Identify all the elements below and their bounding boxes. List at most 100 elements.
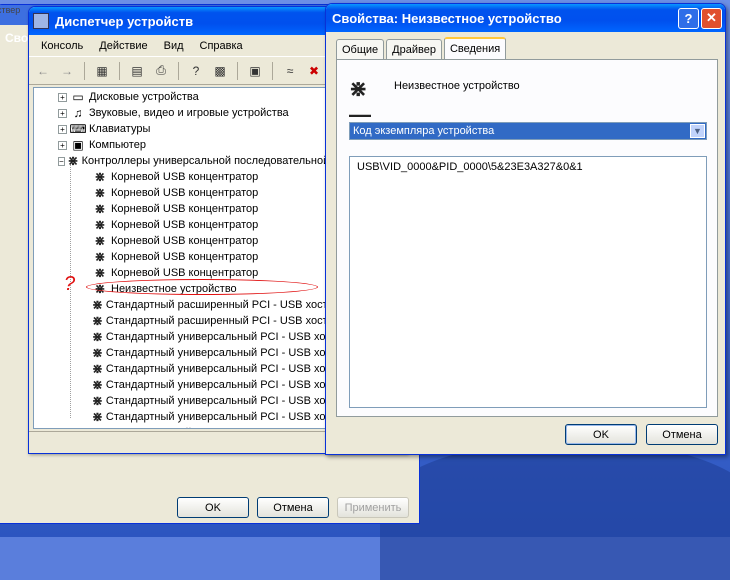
property-select[interactable]: Код экземпляра устройства ▼	[349, 122, 707, 140]
property-value[interactable]: USB\VID_0000&PID_0000\5&23E3A327&0&1	[357, 161, 699, 173]
toolbar-separator	[237, 61, 238, 80]
tab-strip: Общие Драйвер Сведения	[336, 37, 508, 59]
tree-item[interactable]: ⋇Стандартный универсальный PCI - USB хос…	[34, 409, 328, 425]
update-driver-icon[interactable]: ≈	[280, 61, 300, 81]
menu-view[interactable]: Вид	[156, 40, 192, 52]
tree-item-label: Стандартный универсальный PCI - USB хост…	[105, 331, 328, 343]
highlight-ellipse-annotation	[86, 279, 318, 295]
tree-item[interactable]: ⋇ Корневой USB концентратор	[34, 169, 328, 185]
close-button[interactable]: ✕	[701, 7, 722, 29]
tree-item[interactable]: ⋇ Корневой USB концентратор	[34, 185, 328, 201]
usb-icon: ⋇	[94, 201, 106, 216]
tree-item-label: Корневой USB концентратор	[111, 267, 259, 279]
usb-icon: ⋇	[94, 265, 106, 280]
question-mark-annotation: ?	[64, 273, 76, 295]
expand-icon[interactable]: +	[58, 140, 67, 150]
tree-item-label: Корневой USB концентратор	[111, 251, 259, 263]
tree-item-label: Корневой USB концентратор	[111, 203, 259, 215]
property-select-value: Код экземпляра устройства	[353, 125, 495, 137]
action-pane-icon[interactable]: ▩	[210, 61, 230, 81]
device-manager-title: Диспетчер устройств	[55, 13, 194, 29]
print-icon[interactable]: ⎙	[151, 61, 171, 81]
tree-item[interactable]: ⋇Стандартный универсальный PCI - USB хос…	[34, 361, 328, 377]
device-name: Неизвестное устройство	[394, 80, 520, 92]
keyboard-icon: ⌨	[69, 122, 87, 136]
tab-general[interactable]: Общие	[336, 39, 385, 59]
tab-details[interactable]: Сведения	[443, 37, 507, 59]
background-cancel-button[interactable]: Отмена	[257, 497, 329, 518]
tree-item[interactable]: ⋇Стандартный расширенный PCI - USB хост-…	[34, 297, 328, 313]
usb-icon: ⋇	[92, 361, 103, 376]
tree-item[interactable]: ⋇ Корневой USB концентратор	[34, 217, 328, 233]
tree-item-label: Стандартный универсальный PCI - USB хост…	[105, 363, 328, 375]
device-tree: + ▭ Дисковые устройства + ♫ Звуковые, видео и…	[33, 87, 329, 429]
menu-help[interactable]: Справка	[192, 40, 251, 52]
usb-icon: ⋇	[94, 217, 106, 232]
properties-dialog: Свойства: Неизвестное устройство ? ✕ Общ…	[325, 3, 726, 455]
tree-item[interactable]: + ▣ Компьютер	[34, 137, 328, 153]
usb-icon: ⋇	[92, 377, 103, 392]
tree-item-label: Стандартный расширенный PCI - USB хост-к…	[105, 299, 328, 311]
usb-icon: ⋇	[94, 249, 106, 264]
property-value-list[interactable]: USB\VID_0000&PID_0000\5&23E3A327&0&1	[349, 156, 707, 408]
usb-icon: ⋇	[94, 233, 106, 248]
device-tree-rows: + ▭ Дисковые устройства + ♫ Звуковые, видео и…	[34, 88, 328, 428]
tree-item[interactable]: ⋇Стандартный универсальный PCI - USB хос…	[34, 393, 328, 409]
usb-icon: ⋇	[92, 409, 103, 424]
tree-item-label: Корневой USB концентратор	[111, 171, 259, 183]
tree-item-label: Стандартный расширенный PCI - USB хост-к…	[105, 315, 328, 327]
usb-icon: ⋇	[92, 313, 103, 328]
tree-item[interactable]: + ▭ Дисковые устройства	[34, 89, 328, 105]
usb-icon: ⋇	[92, 329, 103, 344]
tree-item-label: Стандартный универсальный PCI - USB хост…	[105, 379, 328, 391]
ok-button[interactable]: OK	[565, 424, 637, 445]
expand-icon[interactable]: +	[58, 92, 67, 102]
properties-icon[interactable]: ▤	[127, 61, 147, 81]
chevron-down-icon[interactable]: ▼	[690, 124, 705, 138]
tree-item[interactable]: ⋇ Корневой USB концентратор	[34, 201, 328, 217]
tab-driver[interactable]: Драйвер	[386, 39, 442, 59]
tree-item[interactable]: + ♫ Звуковые, видео и игровые устройства	[34, 105, 328, 121]
toolbar-separator	[84, 61, 85, 80]
toolbar-separator	[178, 61, 179, 80]
console-tree-icon[interactable]: ▦	[92, 61, 112, 81]
background-apply-button[interactable]: Применить	[337, 497, 409, 518]
properties-title: Свойства: Неизвестное устройство	[332, 10, 562, 26]
tree-item[interactable]: ⋇Стандартный универсальный PCI - USB хос…	[34, 329, 328, 345]
tree-item-label: Звуковые, видео и игровые устройства	[89, 107, 289, 119]
menu-action[interactable]: Действие	[91, 40, 155, 52]
tree-item[interactable]: ⋇Стандартный универсальный PCI - USB хос…	[34, 377, 328, 393]
forward-arrow-icon[interactable]: →	[57, 61, 77, 81]
help-button[interactable]: ?	[678, 7, 699, 29]
tree-item[interactable]: ⋇Универсальный USB концентратор	[34, 425, 328, 428]
properties-titlebar: Свойства: Неизвестное устройство ? ✕	[326, 4, 725, 32]
background-window-title: Сво	[5, 31, 29, 45]
toolbar-separator	[119, 61, 120, 80]
expand-icon[interactable]: +	[58, 124, 67, 134]
expand-icon[interactable]: +	[58, 108, 67, 118]
usb-icon: ⋇—	[349, 76, 371, 127]
tree-item-label: Контроллеры универсальной последовательн…	[81, 155, 329, 167]
collapse-icon[interactable]: −	[58, 156, 65, 166]
tree-item[interactable]: + ⌨ Клавиатуры	[34, 121, 328, 137]
computer-icon: ▣	[72, 138, 84, 152]
tree-item-label: Корневой USB концентратор	[111, 235, 259, 247]
tree-item[interactable]: ⋇Стандартный универсальный PCI - USB хос…	[34, 345, 328, 361]
tree-item-label: Стандартный универсальный PCI - USB хост…	[105, 347, 328, 359]
tree-item[interactable]: ⋇ Корневой USB концентратор	[34, 233, 328, 249]
tree-item[interactable]: ⋇Стандартный расширенный PCI - USB хост-…	[34, 313, 328, 329]
toolbar-separator	[272, 61, 273, 80]
tree-item-label: Стандартный универсальный PCI - USB хост…	[105, 411, 328, 423]
tree-item[interactable]: − ⋇ Контроллеры универсальной последовател…	[34, 153, 328, 169]
tree-item[interactable]: ⋇ Корневой USB концентратор	[34, 249, 328, 265]
usb-icon: ⋇	[94, 185, 106, 200]
uninstall-icon[interactable]: ✖	[304, 61, 324, 81]
scan-hardware-icon[interactable]: ▣	[245, 61, 265, 81]
usb-icon: ⋇	[92, 393, 103, 408]
background-ok-button[interactable]: OK	[177, 497, 249, 518]
tree-item-label: Дисковые устройства	[89, 91, 199, 103]
menu-console[interactable]: Консоль	[33, 40, 91, 52]
help-icon[interactable]: ?	[186, 61, 206, 81]
cancel-button[interactable]: Отмена	[646, 424, 718, 445]
back-arrow-icon[interactable]: ←	[33, 61, 53, 81]
